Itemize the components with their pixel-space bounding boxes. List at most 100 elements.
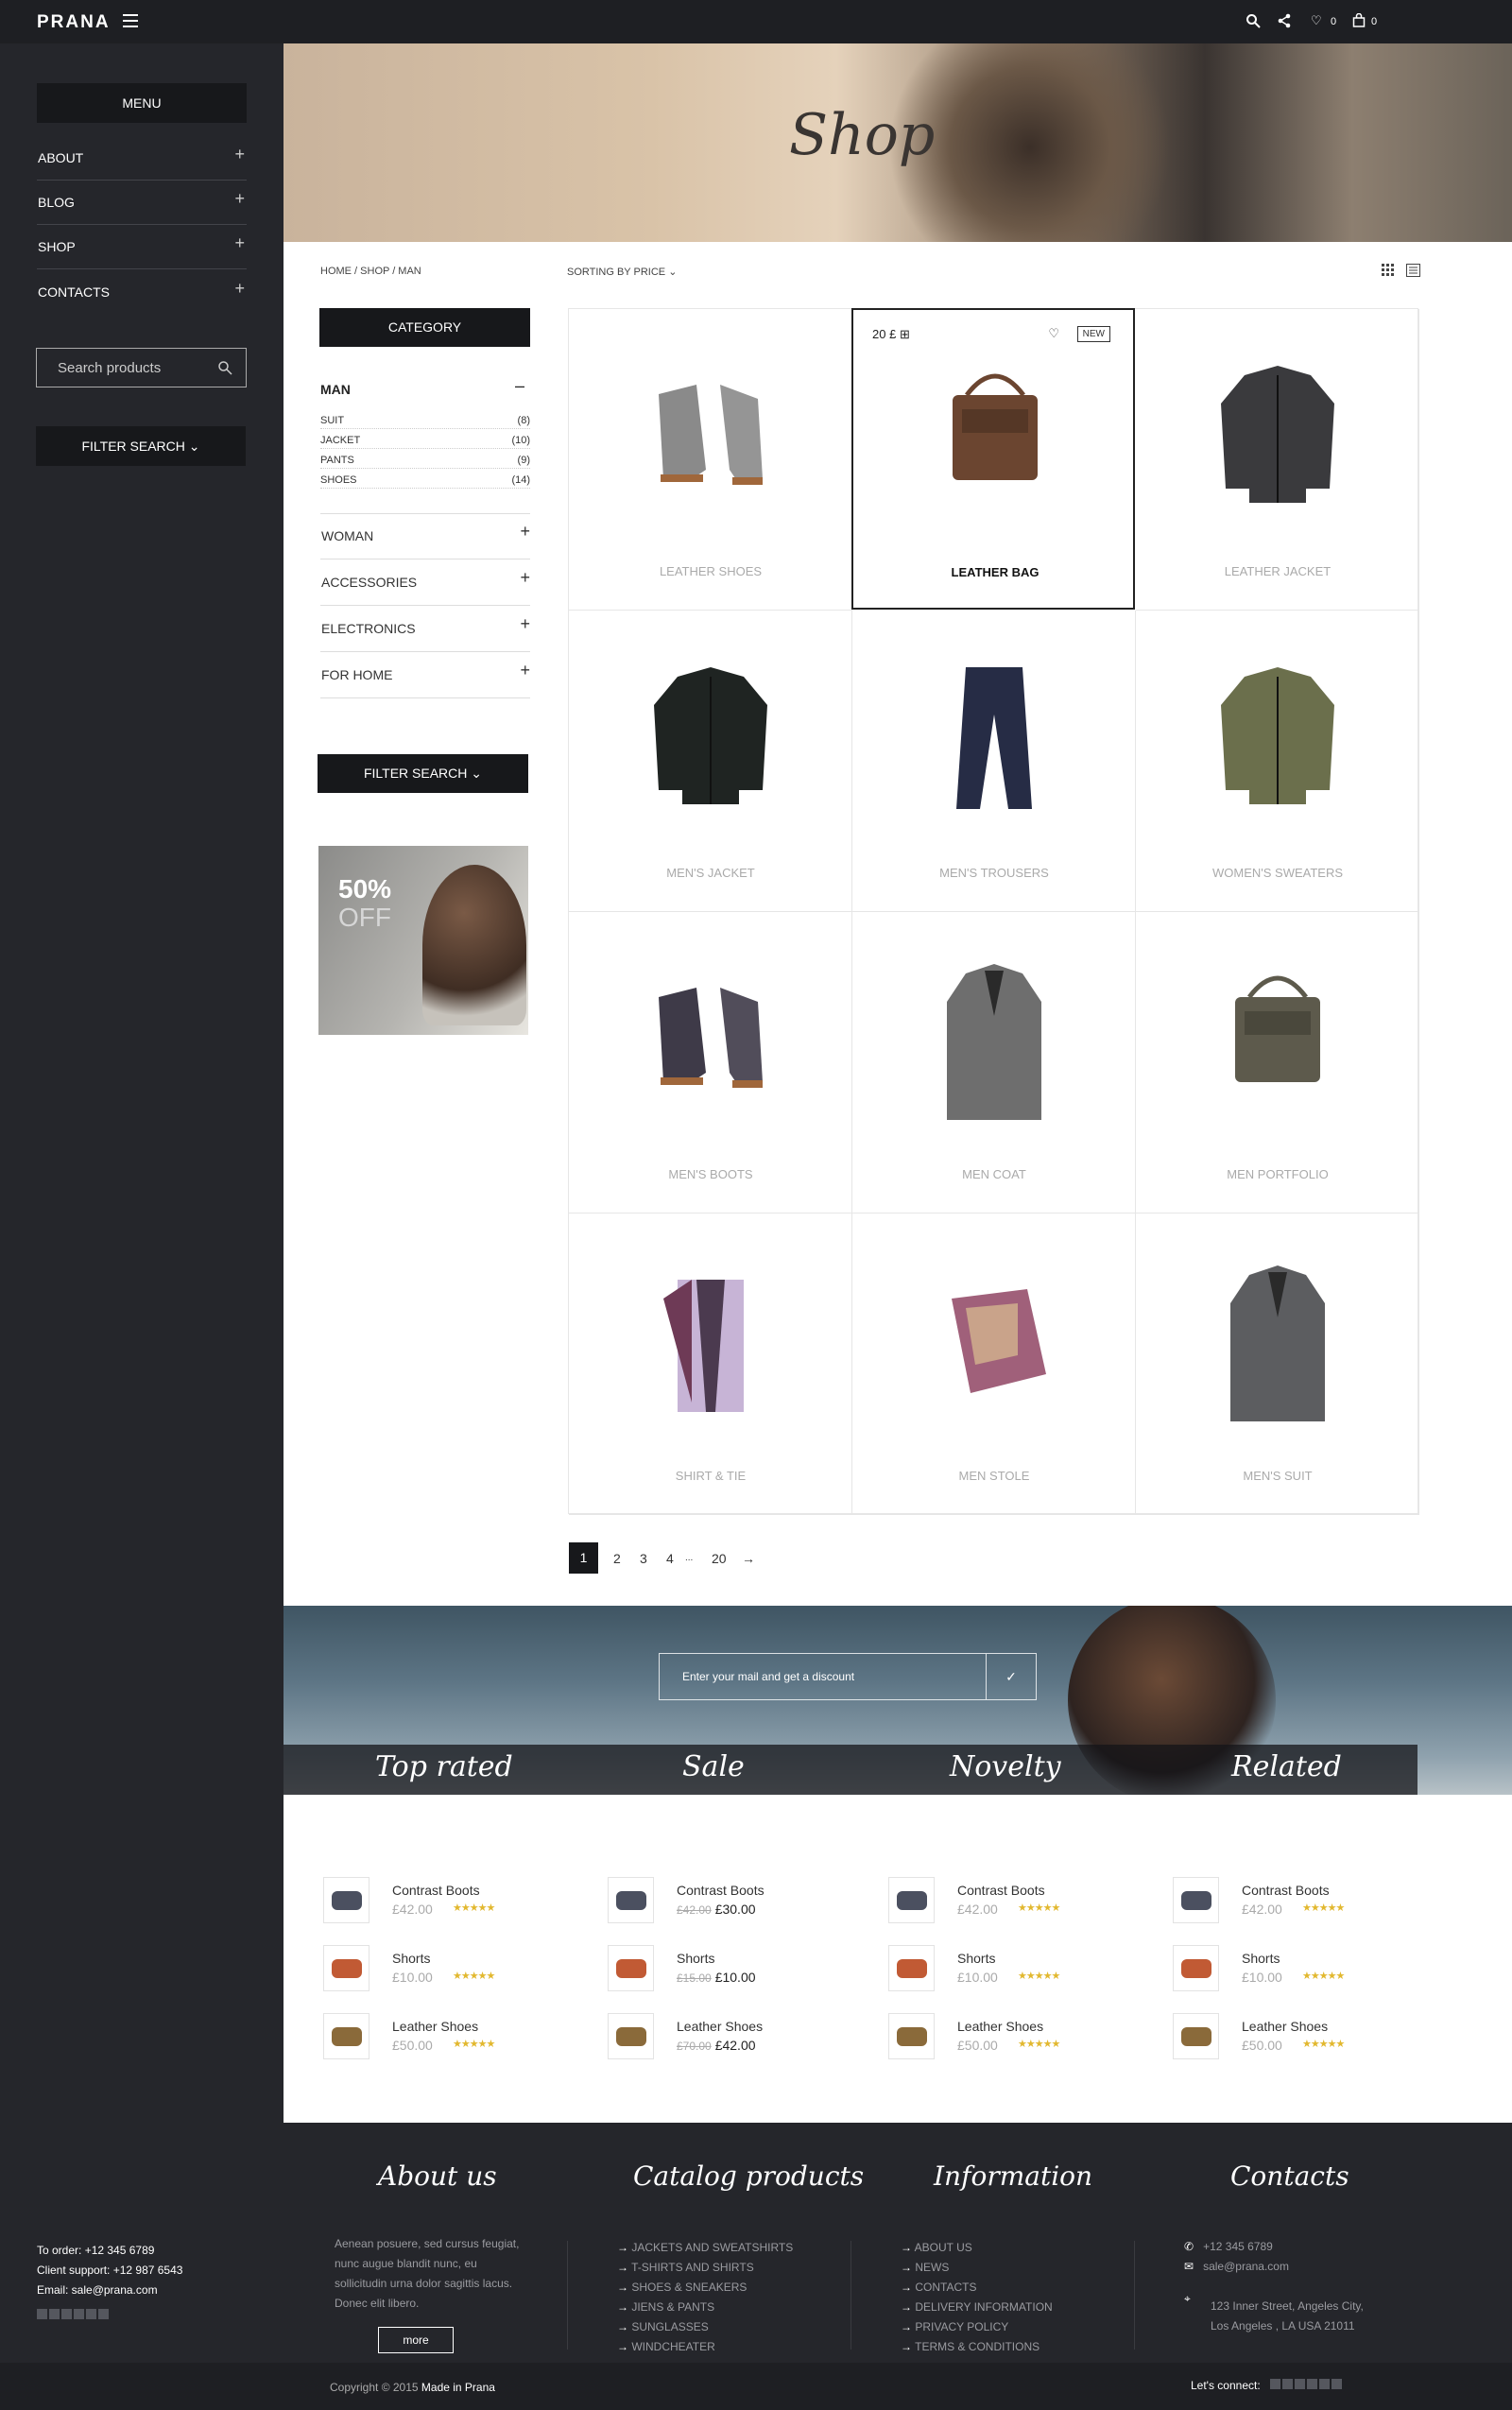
list-item-name[interactable]: Contrast Boots [1242, 1883, 1330, 1898]
list-item-name[interactable]: Leather Shoes [957, 2019, 1043, 2034]
sidebar-item-blog[interactable]: BLOG + [37, 181, 247, 225]
list-item-thumbnail[interactable] [888, 2013, 935, 2059]
footer-link[interactable]: NEWS [901, 2258, 1053, 2278]
search-icon[interactable] [1246, 13, 1261, 30]
contact-email[interactable]: Email: sale@prana.com [37, 2281, 254, 2300]
list-item[interactable]: Contrast Boots £42.00 ★★★★★ [1173, 1877, 1447, 1945]
product-name[interactable]: SHIRT & TIE [569, 1469, 852, 1483]
product-image[interactable] [923, 658, 1065, 828]
sidebar-item-about[interactable]: ABOUT + [37, 136, 247, 181]
instagram-icon[interactable] [1331, 2379, 1342, 2389]
category-accessories[interactable]: ACCESSORIES + [320, 559, 530, 606]
product-card[interactable]: MEN'S JACKET [569, 611, 852, 912]
product-image[interactable] [640, 959, 782, 1129]
product-card[interactable]: WOMEN'S SWEATERS [1136, 611, 1419, 912]
product-image[interactable] [1207, 356, 1349, 526]
list-item-thumbnail[interactable] [323, 2013, 369, 2059]
category-woman[interactable]: WOMAN + [320, 513, 530, 559]
list-item-name[interactable]: Leather Shoes [392, 2019, 478, 2034]
product-card[interactable]: MEN'S SUIT [1136, 1214, 1419, 1515]
wishlist-heart-icon[interactable]: ♡ [1311, 13, 1322, 30]
list-item[interactable]: Leather Shoes £50.00 ★★★★★ [1173, 2013, 1447, 2081]
list-view-icon[interactable] [1406, 264, 1421, 277]
linkedin-icon[interactable] [1318, 2379, 1330, 2389]
list-item[interactable]: Leather Shoes £70.00 £42.00 [608, 2013, 882, 2081]
linkedin-icon[interactable] [86, 2309, 96, 2319]
grid-view-icon[interactable] [1382, 264, 1395, 277]
product-name[interactable]: LEATHER SHOES [569, 564, 852, 578]
product-card[interactable]: LEATHER SHOES [569, 309, 852, 611]
tab-top-rated[interactable]: Top rated [375, 1750, 513, 1783]
footer-link[interactable]: CONTACTS [901, 2278, 1053, 2298]
made-in-prana[interactable]: Made in Prana [421, 2381, 495, 2394]
category-electronics[interactable]: ELECTRONICS + [320, 606, 530, 652]
sidebar-item-shop[interactable]: SHOP + [37, 225, 247, 269]
list-item-name[interactable]: Contrast Boots [677, 1883, 765, 1898]
facebook-icon[interactable] [49, 2309, 60, 2319]
page-20-button[interactable]: 20 [712, 1551, 727, 1566]
product-name[interactable]: LEATHER JACKET [1136, 564, 1419, 578]
subcategory-suit[interactable]: SUIT (8) [320, 409, 530, 429]
list-item-thumbnail[interactable] [1173, 2013, 1219, 2059]
footer-link[interactable]: TERMS & CONDITIONS [901, 2337, 1053, 2357]
list-item-thumbnail[interactable] [608, 1945, 654, 1991]
share-icon[interactable] [1278, 13, 1291, 30]
product-image[interactable] [1207, 1261, 1349, 1431]
list-item-name[interactable]: Leather Shoes [677, 2019, 763, 2034]
tab-novelty[interactable]: Novelty [950, 1750, 1061, 1783]
page-1-button[interactable]: 1 [569, 1542, 598, 1574]
list-item-thumbnail[interactable] [608, 2013, 654, 2059]
footer-link[interactable]: SHOES & SNEAKERS [617, 2278, 793, 2298]
instagram-icon[interactable] [98, 2309, 109, 2319]
footer-link[interactable]: JACKETS AND SWEATSHIRTS [617, 2238, 793, 2258]
plus-icon[interactable]: + [234, 279, 245, 299]
plus-icon[interactable]: + [234, 233, 245, 253]
check-icon[interactable]: ✓ [986, 1654, 1036, 1699]
facebook-icon[interactable] [1281, 2379, 1293, 2389]
subcategory-pants[interactable]: PANTS (9) [320, 449, 530, 469]
product-card[interactable]: MEN PORTFOLIO [1136, 912, 1419, 1214]
category-man[interactable]: MAN [320, 382, 351, 397]
list-item[interactable]: Leather Shoes £50.00 ★★★★★ [888, 2013, 1162, 2081]
menu-button[interactable]: MENU [37, 83, 247, 123]
footer-link[interactable]: DELIVERY INFORMATION [901, 2298, 1052, 2317]
list-item-name[interactable]: Leather Shoes [1242, 2019, 1328, 2034]
product-name[interactable]: MEN STOLE [852, 1469, 1136, 1483]
footer-email[interactable]: sale@prana.com [1203, 2260, 1289, 2273]
product-card[interactable]: MEN COAT [852, 912, 1136, 1214]
list-item-name[interactable]: Shorts [392, 1951, 430, 1966]
page-2-button[interactable]: 2 [613, 1551, 621, 1566]
tab-sale[interactable]: Sale [682, 1750, 745, 1783]
list-item[interactable]: Shorts £10.00 ★★★★★ [888, 1945, 1162, 2013]
list-item-name[interactable]: Shorts [957, 1951, 995, 1966]
subcategory-shoes[interactable]: SHOES (14) [320, 469, 530, 489]
subcategory-jacket[interactable]: JACKET (10) [320, 429, 530, 449]
plus-icon[interactable]: + [234, 145, 245, 164]
product-name[interactable]: WOMEN'S SWEATERS [1136, 866, 1419, 880]
tab-related[interactable]: Related [1231, 1750, 1342, 1783]
product-image[interactable] [1207, 959, 1349, 1129]
list-item-name[interactable]: Shorts [677, 1951, 714, 1966]
product-image[interactable] [640, 356, 782, 526]
footer-link[interactable]: SUNGLASSES [617, 2317, 793, 2337]
hamburger-menu-icon[interactable] [123, 14, 138, 27]
list-item-name[interactable]: Contrast Boots [957, 1883, 1045, 1898]
filter-search-button[interactable]: FILTER SEARCH ⌄ [318, 754, 528, 793]
sorting-dropdown[interactable]: SORTING BY PRICE ⌄ [567, 266, 677, 278]
plus-icon[interactable]: + [520, 568, 530, 588]
product-image[interactable] [640, 1261, 782, 1431]
product-image[interactable] [1207, 658, 1349, 828]
search-icon[interactable] [217, 360, 232, 375]
plus-icon[interactable]: + [520, 661, 530, 680]
list-item[interactable]: Leather Shoes £50.00 ★★★★★ [323, 2013, 597, 2081]
product-card[interactable]: SHIRT & TIE [569, 1214, 852, 1515]
page-4-button[interactable]: 4 [666, 1551, 674, 1566]
product-card[interactable]: MEN STOLE [852, 1214, 1136, 1515]
list-item[interactable]: Contrast Boots £42.00 £30.00 [608, 1877, 882, 1945]
product-image[interactable] [924, 357, 1066, 527]
list-item-thumbnail[interactable] [323, 1945, 369, 1991]
newsletter-email-input[interactable]: Enter your mail and get a discount ✓ [659, 1653, 1037, 1700]
more-button[interactable]: more [378, 2327, 454, 2353]
product-name[interactable]: MEN'S TROUSERS [852, 866, 1136, 880]
search-input[interactable]: Search products [36, 348, 247, 387]
